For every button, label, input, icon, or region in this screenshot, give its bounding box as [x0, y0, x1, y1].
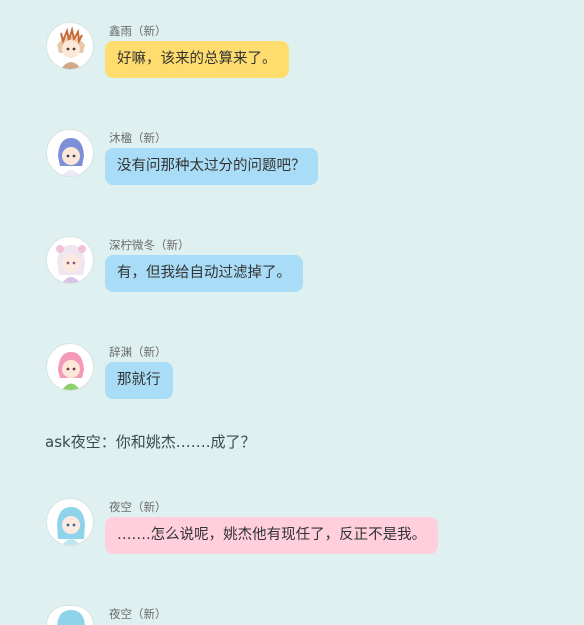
- chibi-avatar-icon: [56, 245, 86, 283]
- chibi-avatar-icon: [57, 26, 85, 69]
- chibi-avatar-icon: [58, 352, 84, 390]
- speaker-name: 夜空（新）: [109, 500, 167, 514]
- chibi-avatar-icon: [58, 138, 84, 176]
- message-bubble: 有，但我给自动过滤掉了。: [105, 255, 303, 292]
- avatar[interactable]: [46, 498, 94, 546]
- avatar[interactable]: [46, 605, 94, 625]
- avatar[interactable]: [46, 343, 94, 391]
- speaker-name: 沐楹（新）: [109, 131, 167, 145]
- chibi-avatar-icon: [57, 507, 85, 545]
- message-bubble: …….怎么说呢，姚杰他有现任了，反正不是我。: [105, 517, 439, 554]
- message-bubble: 好嘛，该来的总算来了。: [105, 41, 289, 78]
- message-bubble: 那就行: [105, 362, 173, 399]
- avatar[interactable]: [46, 22, 94, 70]
- chibi-avatar-icon: [57, 610, 85, 625]
- speaker-name: 深柠微冬（新）: [109, 238, 190, 252]
- avatar[interactable]: [46, 236, 94, 284]
- message-bubble: 没有问那种太过分的问题吧？: [105, 148, 318, 185]
- speaker-name: 鑫雨（新）: [109, 24, 167, 38]
- speaker-name: 辞渊（新）: [109, 345, 167, 359]
- narration-text: ask夜空：你和姚杰…….成了？: [45, 433, 256, 451]
- speaker-name: 夜空（新）: [109, 607, 167, 621]
- avatar[interactable]: [46, 129, 94, 177]
